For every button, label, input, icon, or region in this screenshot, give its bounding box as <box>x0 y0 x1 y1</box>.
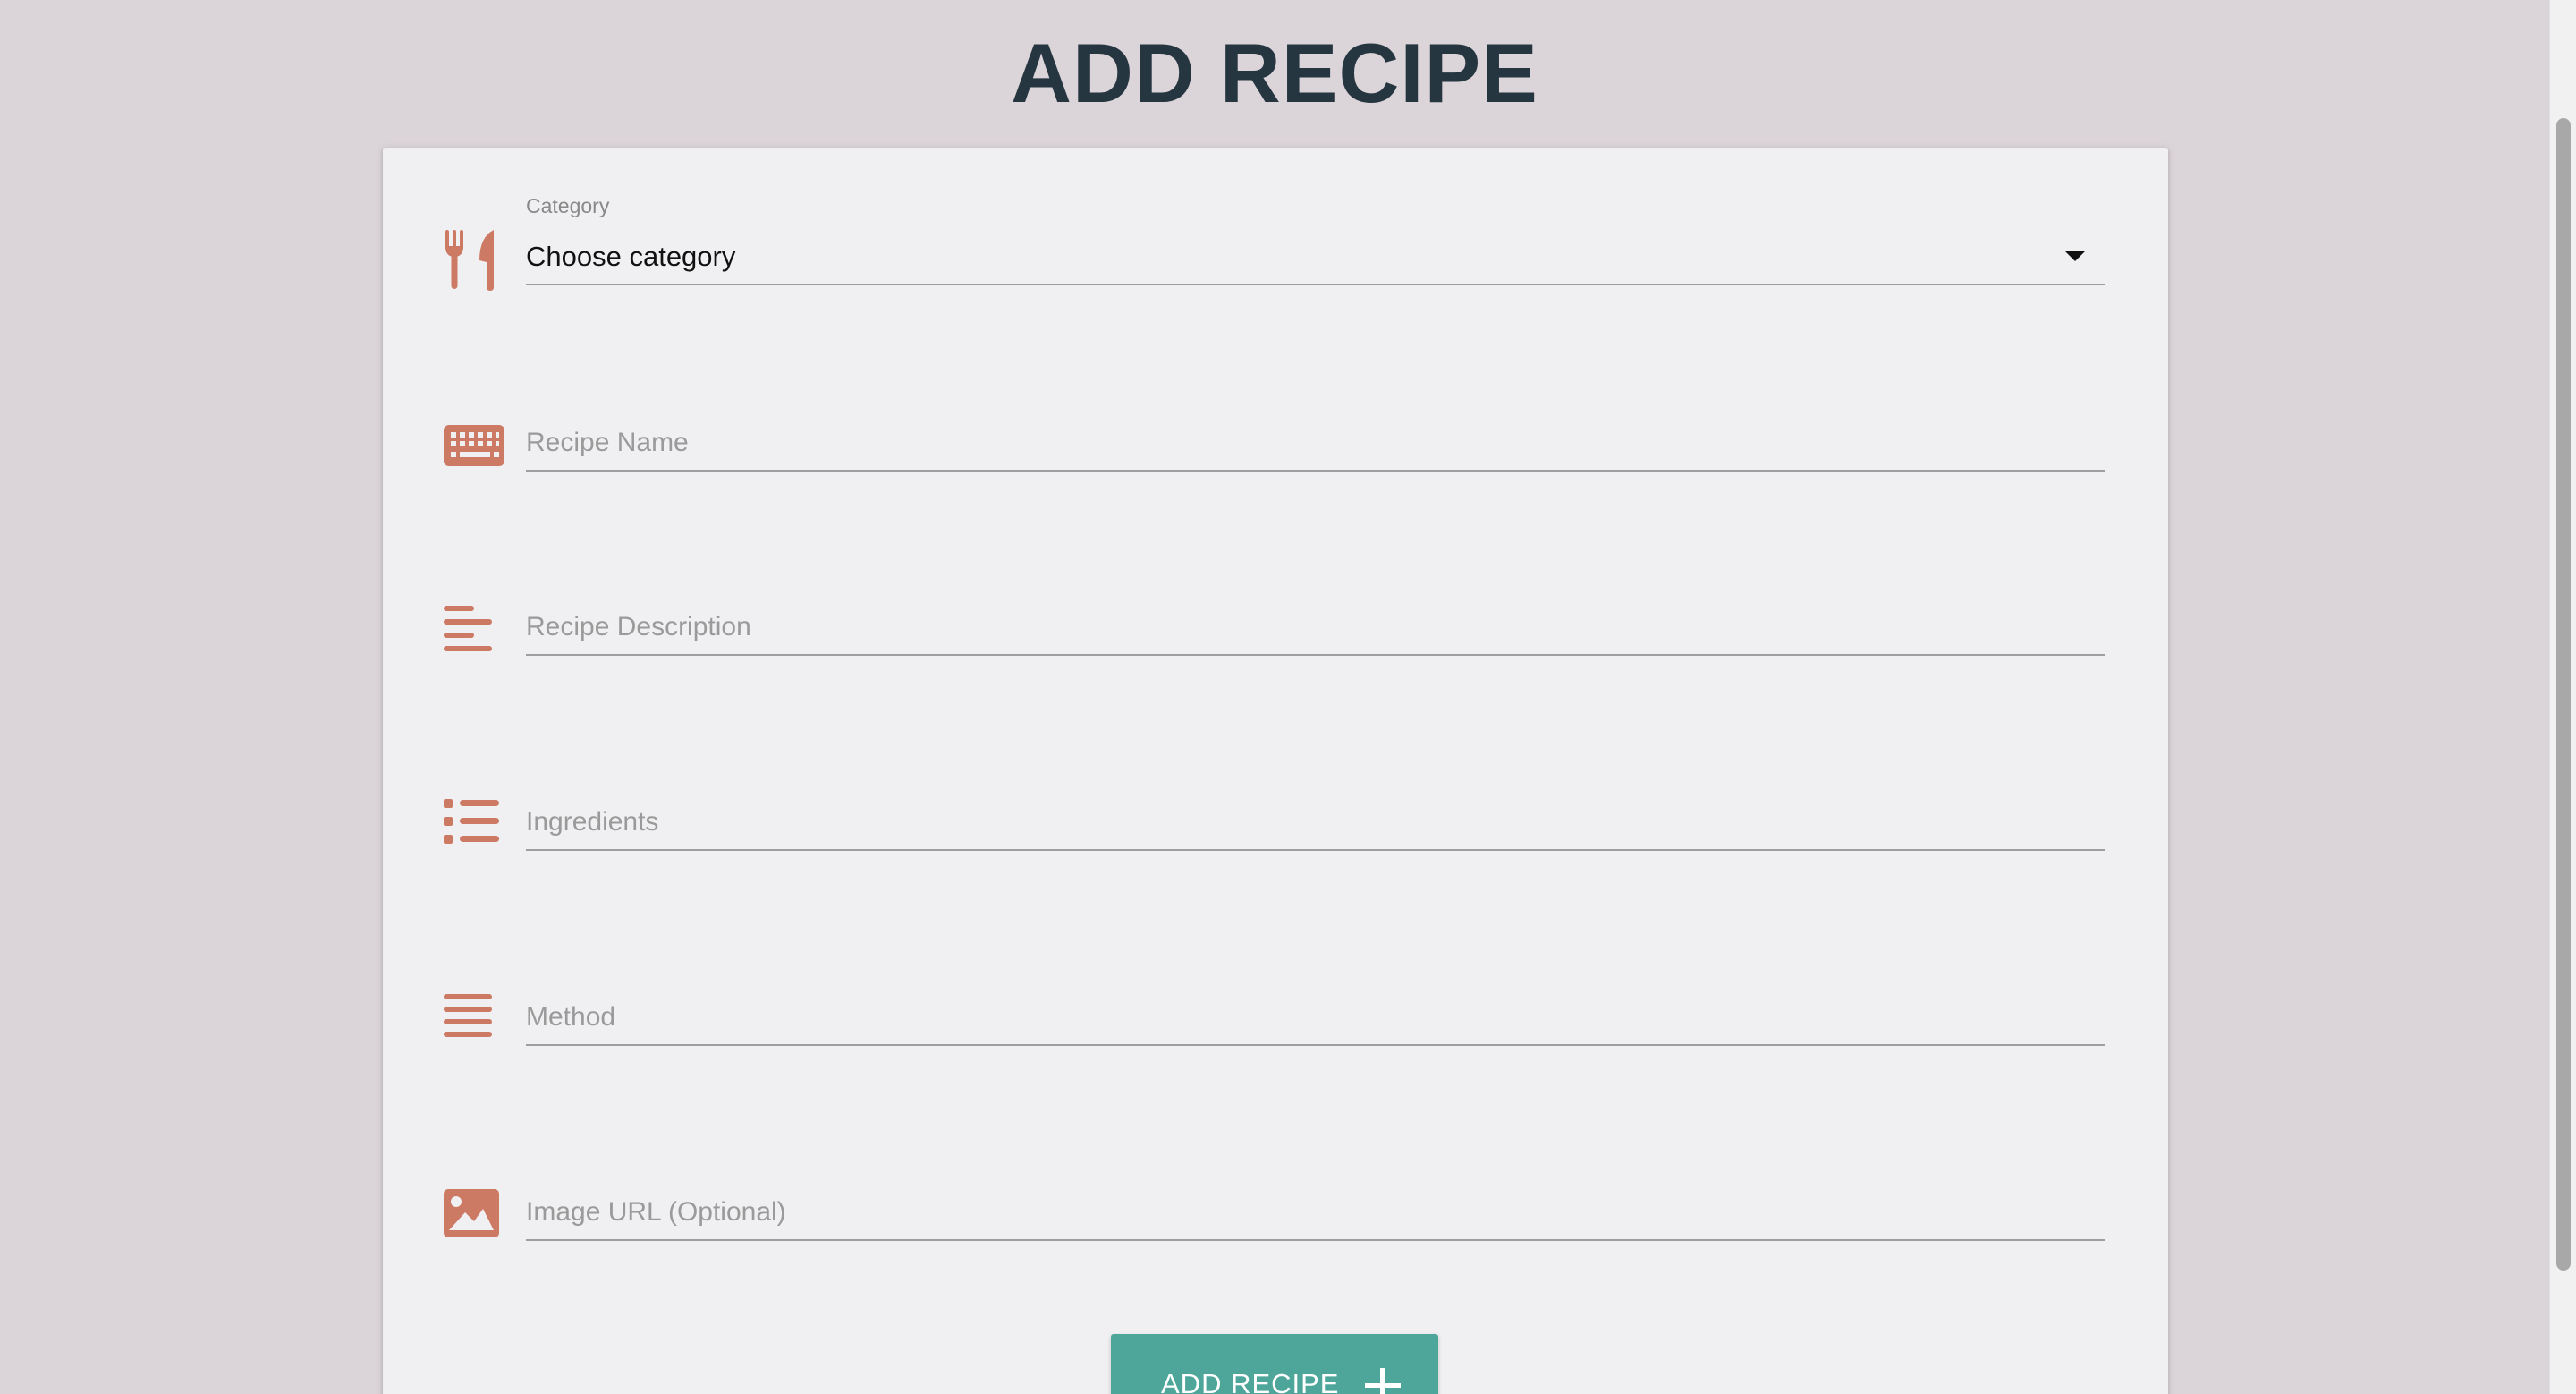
list-icon <box>442 790 510 858</box>
category-label: Category <box>526 194 610 217</box>
category-select[interactable]: Choose category <box>526 230 2105 285</box>
keyboard-icon <box>442 412 510 480</box>
recipe-description-input[interactable] <box>526 600 2105 654</box>
align-justify-icon <box>442 985 510 1053</box>
page: ADD RECIPE Category Choose category Reci… <box>0 0 2576 1394</box>
recipe-description-wrap <box>526 600 2105 656</box>
add-recipe-button[interactable]: ADD RECIPE <box>1111 1334 1438 1394</box>
align-left-icon <box>442 595 510 663</box>
category-selected-value: Choose category <box>526 241 736 272</box>
image-icon <box>442 1178 510 1246</box>
ingredients-wrap <box>526 795 2105 851</box>
recipe-name-input[interactable] <box>526 416 2105 470</box>
scrollbar-thumb[interactable] <box>2556 118 2571 1271</box>
recipe-name-wrap <box>526 416 2105 472</box>
ingredients-input[interactable] <box>526 795 2105 849</box>
method-input[interactable] <box>526 990 2105 1044</box>
method-wrap <box>526 990 2105 1046</box>
image-url-input[interactable] <box>526 1186 2105 1239</box>
plus-icon <box>1363 1366 1402 1394</box>
caret-down-icon[interactable] <box>2065 251 2085 261</box>
recipe-form-card: Category Choose category Recipe Name Rec… <box>383 148 2168 1394</box>
utensils-icon <box>442 226 510 294</box>
add-recipe-button-label: ADD RECIPE <box>1161 1368 1340 1394</box>
image-url-wrap <box>526 1186 2105 1241</box>
page-title: ADD RECIPE <box>1011 26 1538 120</box>
